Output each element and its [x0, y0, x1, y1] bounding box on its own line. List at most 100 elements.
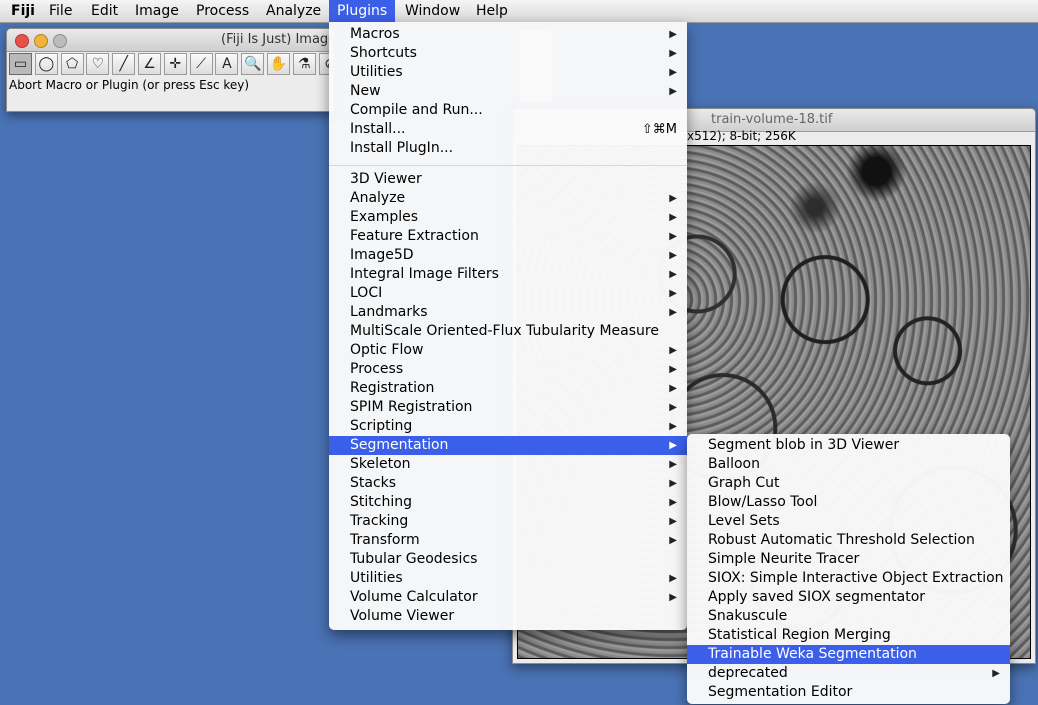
menu-item-label: Volume Viewer — [350, 608, 455, 624]
menu-item-label: Process — [350, 361, 404, 377]
submenu-arrow-icon: ▶ — [669, 250, 677, 261]
menu-item-new[interactable]: New ▶ — [329, 82, 687, 101]
menu-item-registration[interactable]: Registration ▶ — [329, 379, 687, 398]
menu-item-siox-simple-interactive-object-extraction[interactable]: SIOX: Simple Interactive Object Extracti… — [687, 569, 1010, 588]
magnifier-tool-icon[interactable]: 🔍 — [241, 53, 265, 75]
menu-item-volume-calculator[interactable]: Volume Calculator ▶ — [329, 588, 687, 607]
line-tool-icon[interactable]: ╱ — [112, 53, 136, 75]
menu-item-utilities[interactable]: Utilities ▶ — [329, 569, 687, 588]
menu-item-label: SPIM Registration — [350, 399, 473, 415]
menu-item-label: MultiScale Oriented-Flux Tubularity Meas… — [350, 323, 659, 339]
menu-item-segmentation[interactable]: Segmentation ▶ — [329, 436, 687, 455]
menu-item-level-sets[interactable]: Level Sets — [687, 512, 1010, 531]
menu-item-trainable-weka-segmentation[interactable]: Trainable Weka Segmentation — [687, 645, 1010, 664]
menu-item-tubular-geodesics[interactable]: Tubular Geodesics — [329, 550, 687, 569]
text-tool-icon[interactable]: A — [215, 53, 239, 75]
oval-tool-icon[interactable]: ◯ — [34, 53, 58, 75]
menu-item-install-plugin[interactable]: Install PlugIn... — [329, 139, 687, 158]
menu-item-graph-cut[interactable]: Graph Cut — [687, 474, 1010, 493]
menu-item-integral-image-filters[interactable]: Integral Image Filters ▶ — [329, 265, 687, 284]
menu-item-blow-lasso-tool[interactable]: Blow/Lasso Tool — [687, 493, 1010, 512]
submenu-arrow-icon: ▶ — [669, 48, 677, 59]
submenu-arrow-icon: ▶ — [669, 402, 677, 413]
menu-item-stacks[interactable]: Stacks ▶ — [329, 474, 687, 493]
menu-item-label: Examples — [350, 209, 419, 225]
menu-item-label: Stacks — [350, 475, 397, 491]
menu-image[interactable]: Image — [127, 0, 187, 22]
menu-item-label: Install PlugIn... — [350, 140, 454, 156]
menu-item-label: deprecated — [708, 665, 788, 681]
menu-file[interactable]: File — [41, 0, 80, 22]
menu-item-scripting[interactable]: Scripting ▶ — [329, 417, 687, 436]
menu-item-multiscale-oriented-flux-tubularity-measure[interactable]: MultiScale Oriented-Flux Tubularity Meas… — [329, 322, 687, 341]
menu-item-optic-flow[interactable]: Optic Flow ▶ — [329, 341, 687, 360]
submenu-arrow-icon: ▶ — [669, 573, 677, 584]
menu-item-simple-neurite-tracer[interactable]: Simple Neurite Tracer — [687, 550, 1010, 569]
menu-item-label: SIOX: Simple Interactive Object Extracti… — [708, 570, 1004, 586]
menu-item-install[interactable]: Install... ⇧⌘M — [329, 120, 687, 139]
menu-item-3d-viewer[interactable]: 3D Viewer — [329, 170, 687, 189]
hand-tool-icon[interactable]: ✋ — [267, 53, 290, 75]
menu-process[interactable]: Process — [188, 0, 257, 22]
menu-item-deprecated[interactable]: deprecated ▶ — [687, 664, 1010, 683]
menu-item-volume-viewer[interactable]: Volume Viewer — [329, 607, 687, 626]
color-picker-icon[interactable]: ⚗ — [292, 53, 316, 75]
menu-item-utilities[interactable]: Utilities ▶ — [329, 63, 687, 82]
submenu-arrow-icon: ▶ — [669, 440, 677, 451]
menu-item-segment-blob-in-3d-viewer[interactable]: Segment blob in 3D Viewer — [687, 436, 1010, 455]
menu-window[interactable]: Window — [397, 0, 468, 22]
menu-analyze[interactable]: Analyze — [258, 0, 329, 22]
menu-item-label: Transform — [350, 532, 420, 548]
menu-item-label: Integral Image Filters — [350, 266, 499, 282]
menu-item-shortcuts[interactable]: Shortcuts ▶ — [329, 44, 687, 63]
menu-item-segmentation-editor[interactable]: Segmentation Editor — [687, 683, 1010, 702]
menu-plugins[interactable]: Plugins — [329, 0, 396, 22]
menu-item-transform[interactable]: Transform ▶ — [329, 531, 687, 550]
menu-item-skeleton[interactable]: Skeleton ▶ — [329, 455, 687, 474]
close-window-button[interactable] — [15, 34, 29, 48]
menu-help[interactable]: Help — [468, 0, 516, 22]
point-tool-icon[interactable]: ✛ — [163, 53, 187, 75]
menu-item-balloon[interactable]: Balloon — [687, 455, 1010, 474]
menu-item-loci[interactable]: LOCI ▶ — [329, 284, 687, 303]
menu-item-feature-extraction[interactable]: Feature Extraction ▶ — [329, 227, 687, 246]
wand-tool-icon[interactable]: ⟋ — [189, 53, 213, 75]
menu-item-label: Tubular Geodesics — [350, 551, 478, 567]
submenu-arrow-icon: ▶ — [669, 592, 677, 603]
menu-item-compile-and-run[interactable]: Compile and Run... — [329, 101, 687, 120]
menu-item-robust-automatic-threshold-selection[interactable]: Robust Automatic Threshold Selection — [687, 531, 1010, 550]
submenu-arrow-icon: ▶ — [669, 478, 677, 489]
toolbar-window-titlebar[interactable]: (Fiji Is Just) ImageJ — [7, 29, 333, 52]
menu-item-stitching[interactable]: Stitching ▶ — [329, 493, 687, 512]
menu-item-label: Segment blob in 3D Viewer — [708, 437, 900, 453]
menu-item-macros[interactable]: Macros ▶ — [329, 25, 687, 44]
menu-edit[interactable]: Edit — [83, 0, 126, 22]
menu-item-spim-registration[interactable]: SPIM Registration ▶ — [329, 398, 687, 417]
menu-item-snakuscule[interactable]: Snakuscule — [687, 607, 1010, 626]
menu-item-tracking[interactable]: Tracking ▶ — [329, 512, 687, 531]
menu-item-examples[interactable]: Examples ▶ — [329, 208, 687, 227]
menu-item-label: Level Sets — [708, 513, 780, 529]
rectangle-tool-icon[interactable]: ▭ — [9, 53, 32, 75]
menu-item-label: Shortcuts — [350, 45, 417, 61]
zoom-window-button[interactable] — [53, 34, 67, 48]
menu-item-image5d[interactable]: Image5D ▶ — [329, 246, 687, 265]
menu-item-process[interactable]: Process ▶ — [329, 360, 687, 379]
menu-item-statistical-region-merging[interactable]: Statistical Region Merging — [687, 626, 1010, 645]
menu-item-label: Segmentation — [350, 437, 449, 453]
menu-fiji[interactable]: Fiji — [3, 0, 43, 22]
menu-item-apply-saved-siox-segmentator[interactable]: Apply saved SIOX segmentator — [687, 588, 1010, 607]
menu-item-label: Trainable Weka Segmentation — [708, 646, 917, 662]
angle-tool-icon[interactable]: ∠ — [138, 53, 161, 75]
menu-item-landmarks[interactable]: Landmarks ▶ — [329, 303, 687, 322]
image-window-title: train-volume-18.tif — [711, 112, 833, 127]
submenu-arrow-icon: ▶ — [669, 269, 677, 280]
minimize-window-button[interactable] — [34, 34, 48, 48]
toolbar-window-title: (Fiji Is Just) ImageJ — [221, 32, 334, 47]
menu-item-label: Robust Automatic Threshold Selection — [708, 532, 975, 548]
submenu-arrow-icon: ▶ — [669, 459, 677, 470]
polygon-tool-icon[interactable]: ⬠ — [60, 53, 84, 75]
shortcut-label: ⇧⌘M — [641, 122, 677, 137]
menu-item-analyze[interactable]: Analyze ▶ — [329, 189, 687, 208]
freehand-tool-icon[interactable]: ♡ — [86, 53, 110, 75]
